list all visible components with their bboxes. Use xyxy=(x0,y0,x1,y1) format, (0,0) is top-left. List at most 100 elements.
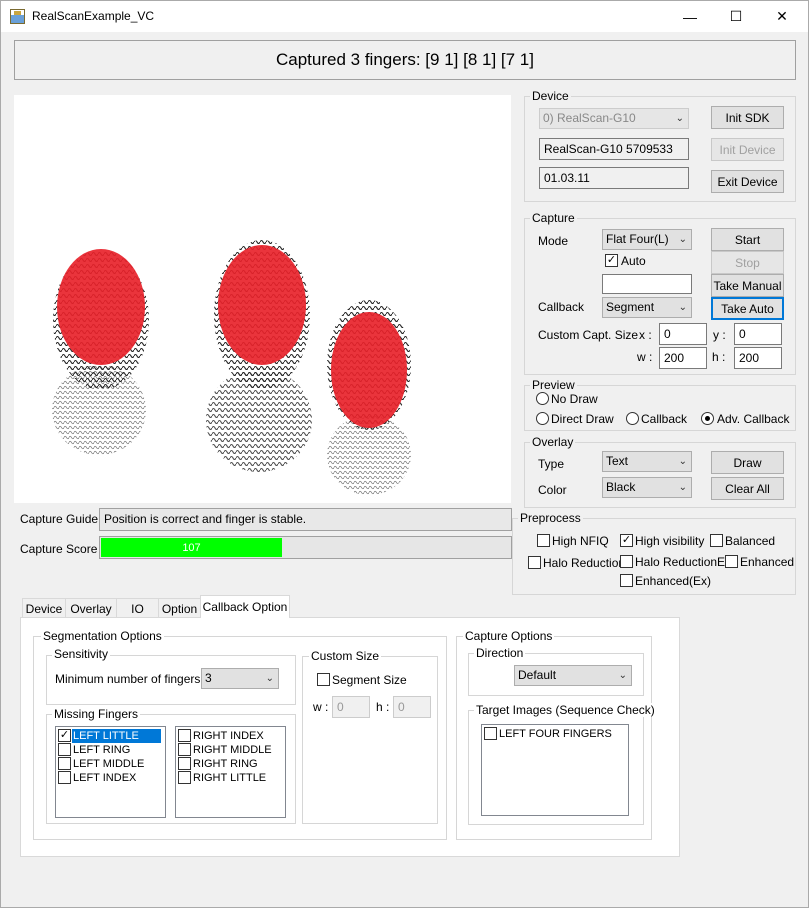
checkbox[interactable] xyxy=(58,757,71,770)
balanced-checkbox[interactable] xyxy=(710,534,723,547)
balanced-label: Balanced xyxy=(725,534,776,548)
finger-left-ring xyxy=(327,300,411,495)
checkbox[interactable]: ✓ xyxy=(58,729,71,742)
mode-select[interactable]: Flat Four(L) ⌄ xyxy=(602,229,692,250)
chevron-down-icon: ⌄ xyxy=(265,673,274,684)
init-device-button[interactable]: Init Device xyxy=(711,138,784,161)
x-label: x : xyxy=(639,328,652,342)
capture-group-title: Capture xyxy=(530,211,577,225)
overlay-color-select[interactable]: Black ⌄ xyxy=(602,477,692,498)
halo-reduction-ex-checkbox[interactable] xyxy=(620,555,633,568)
checkbox[interactable] xyxy=(178,771,191,784)
segment-size-checkbox[interactable] xyxy=(317,673,330,686)
auto-checkbox[interactable]: ✓ xyxy=(605,254,618,267)
min-fingers-select[interactable]: 3 ⌄ xyxy=(201,668,279,689)
custom-y-input[interactable]: 0 xyxy=(734,323,782,345)
segmentation-group-title: Segmentation Options xyxy=(41,629,164,643)
tab-callback-option[interactable]: Callback Option xyxy=(200,595,290,618)
custom-w-input[interactable]: 200 xyxy=(659,347,707,369)
capture-result-banner: Captured 3 fingers: [9 1] [8 1] [7 1] xyxy=(14,40,796,80)
direct-draw-label: Direct Draw xyxy=(551,412,614,426)
checkbox[interactable] xyxy=(58,771,71,784)
capture-guide-field: Position is correct and finger is stable… xyxy=(99,508,512,531)
type-label: Type xyxy=(538,457,565,471)
preprocess-group-title: Preprocess xyxy=(518,511,583,525)
capture-score-bar: 107 xyxy=(99,536,512,559)
tab-io[interactable]: IO xyxy=(116,598,159,618)
target-images-group-title: Target Images (Sequence Check) xyxy=(474,703,657,717)
custom-x-input[interactable]: 0 xyxy=(659,323,707,345)
auto-label: Auto xyxy=(621,254,646,268)
chevron-down-icon: ⌄ xyxy=(678,482,687,493)
clear-all-button[interactable]: Clear All xyxy=(711,477,784,500)
no-draw-label: No Draw xyxy=(551,392,598,406)
segment-width-input[interactable]: 0 xyxy=(332,696,370,718)
direction-value: Default xyxy=(518,668,557,682)
overlay-type-value: Text xyxy=(606,454,629,468)
segment-overlay-1 xyxy=(57,249,145,365)
maximize-button[interactable]: ☐ xyxy=(713,1,759,32)
draw-button[interactable]: Draw xyxy=(711,451,784,474)
capture-status-field xyxy=(602,274,692,294)
target-images-list[interactable]: LEFT FOUR FINGERS xyxy=(481,724,629,816)
checkbox[interactable] xyxy=(178,729,191,742)
custom-size-label: Custom Capt. Size xyxy=(538,328,639,342)
list-item-label: LEFT FOUR FINGERS xyxy=(499,728,612,740)
device-select[interactable]: 0) RealScan-G10 ⌄ xyxy=(539,108,689,129)
list-item-label: RIGHT MIDDLE xyxy=(193,744,272,756)
chevron-down-icon: ⌄ xyxy=(618,670,627,681)
callback-radio[interactable] xyxy=(626,412,639,425)
close-button[interactable]: ✕ xyxy=(759,1,805,32)
checkbox[interactable] xyxy=(58,743,71,756)
missing-left-list[interactable]: ✓ LEFT LITTLE LEFT RING LEFT MIDDLE LEFT … xyxy=(55,726,166,818)
enhanced-checkbox[interactable] xyxy=(725,555,738,568)
finger-left-index xyxy=(52,249,149,455)
checkbox[interactable] xyxy=(178,743,191,756)
tab-overlay[interactable]: Overlay xyxy=(65,598,117,618)
minimize-button[interactable]: — xyxy=(667,1,713,32)
stop-button[interactable]: Stop xyxy=(711,251,784,274)
callback-select[interactable]: Segment ⌄ xyxy=(602,297,692,318)
capture-score-fill: 107 xyxy=(101,538,282,557)
callback-label: Callback xyxy=(538,300,585,314)
tab-option[interactable]: Option xyxy=(158,598,201,618)
list-item-label: LEFT INDEX xyxy=(73,772,137,784)
exit-device-button[interactable]: Exit Device xyxy=(711,170,784,193)
halo-reduction-checkbox[interactable] xyxy=(528,556,541,569)
overlay-type-select[interactable]: Text ⌄ xyxy=(602,451,692,472)
high-nfiq-checkbox[interactable] xyxy=(537,534,550,547)
no-draw-radio[interactable] xyxy=(536,392,549,405)
high-nfiq-label: High NFIQ xyxy=(552,534,609,548)
take-auto-button[interactable]: Take Auto xyxy=(711,297,784,320)
finger-left-middle xyxy=(206,240,312,472)
checkbox[interactable] xyxy=(178,757,191,770)
custom-h-input[interactable]: 200 xyxy=(734,347,782,369)
enhanced-ex-checkbox[interactable] xyxy=(620,574,633,587)
enhanced-ex-label: Enhanced(Ex) xyxy=(635,574,712,588)
segment-height-input[interactable]: 0 xyxy=(393,696,431,718)
list-item-label: LEFT LITTLE xyxy=(72,729,161,743)
halo-reduction-label: Halo Reduction xyxy=(543,556,626,570)
take-manual-button[interactable]: Take Manual xyxy=(711,274,784,297)
direct-draw-radio[interactable] xyxy=(536,412,549,425)
checkbox[interactable] xyxy=(484,727,497,740)
custom-size-group-title: Custom Size xyxy=(309,649,382,663)
fingerprint-image xyxy=(52,240,411,495)
missing-right-list[interactable]: RIGHT INDEX RIGHT MIDDLE RIGHT RING RIGH… xyxy=(175,726,286,818)
high-visibility-checkbox[interactable]: ✓ xyxy=(620,534,633,547)
direction-group-title: Direction xyxy=(474,646,526,660)
tab-device[interactable]: Device xyxy=(22,598,66,618)
capture-score-value: 107 xyxy=(182,541,201,554)
direction-select[interactable]: Default ⌄ xyxy=(514,665,632,686)
start-button[interactable]: Start xyxy=(711,228,784,251)
main-window: RealScanExample_VC — ☐ ✕ Captured 3 fing… xyxy=(0,0,809,908)
fingerprint-preview xyxy=(14,95,511,503)
title-bar: RealScanExample_VC — ☐ ✕ xyxy=(1,1,808,32)
adv-callback-radio[interactable] xyxy=(701,412,714,425)
init-sdk-button[interactable]: Init SDK xyxy=(711,106,784,129)
capture-guide-label: Capture Guide : xyxy=(20,512,105,526)
list-item-label: LEFT MIDDLE xyxy=(73,758,145,770)
app-icon xyxy=(10,9,25,24)
min-fingers-label: Minimum number of fingers : xyxy=(55,672,208,686)
w-label: w : xyxy=(637,350,653,364)
